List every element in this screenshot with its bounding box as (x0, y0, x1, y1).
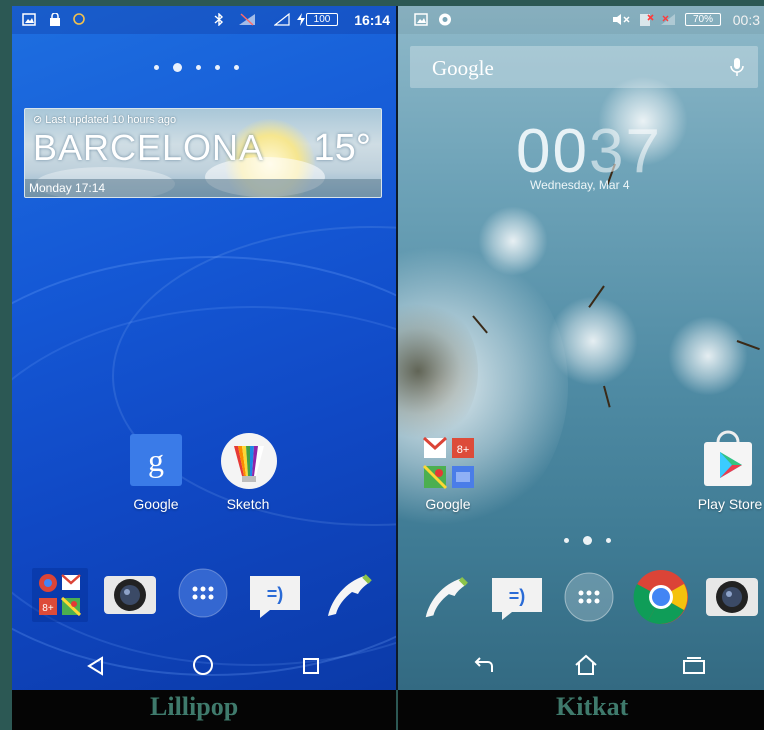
weather-temperature: 15° (313, 127, 371, 169)
phone-icon (328, 574, 372, 616)
kitkat-screen: 70% 00:3 Google 0037 Wednesday, Mar 4 8+… (398, 6, 764, 690)
phone-icon (425, 576, 468, 618)
camera-app[interactable] (704, 570, 760, 624)
messaging-app[interactable]: =) (488, 572, 546, 624)
gallery-notification-icon (414, 13, 428, 26)
home-icon[interactable] (192, 654, 214, 676)
gallery-notification-icon (22, 13, 36, 26)
app-drawer[interactable] (564, 572, 614, 622)
floating-seed (668, 316, 748, 396)
messaging-icon: =) (492, 578, 542, 620)
app-drawer[interactable] (178, 568, 228, 618)
mic-icon[interactable] (730, 57, 744, 77)
svg-text:=): =) (509, 586, 526, 606)
recents-icon[interactable] (682, 657, 706, 675)
back-icon[interactable] (472, 656, 496, 676)
page-dot (154, 65, 159, 70)
app-drawer-icon (564, 572, 614, 622)
google-app-label: Google (133, 496, 179, 512)
play-store-label: Play Store (697, 496, 763, 512)
camera-icon (706, 578, 758, 616)
clock-minutes: 37 (588, 117, 662, 186)
no-signal-icon (239, 13, 255, 26)
svg-text:8+: 8+ (42, 603, 54, 614)
bluetooth-icon (214, 13, 224, 26)
google-apps-folder-icon: 8+ (39, 574, 82, 617)
app-drawer-icon (178, 568, 228, 618)
google-logo: Google (432, 56, 494, 80)
status-bar: 70% 00:3 (398, 6, 764, 34)
phone-app[interactable] (418, 570, 472, 624)
back-icon[interactable] (86, 656, 106, 676)
page-dot (196, 65, 201, 70)
clock-date: Wednesday, Mar 4 (530, 178, 630, 192)
mute-icon (613, 14, 630, 25)
google-apps-folder[interactable]: 8+ (420, 434, 478, 492)
page-dot (606, 538, 611, 543)
page-dot-active (173, 63, 182, 72)
weather-updated-text: Last updated 10 hours ago (45, 114, 177, 126)
weather-widget[interactable]: ⊘ Last updated 10 hours ago BARCELONA 15… (24, 108, 382, 198)
svg-text:g: g (148, 442, 164, 478)
camera-app[interactable] (102, 568, 158, 622)
google-search-bar[interactable]: Google (410, 46, 758, 88)
floating-seed (548, 296, 638, 386)
page-indicator (154, 63, 239, 72)
phone-app[interactable] (320, 568, 376, 622)
weather-city: BARCELONA (33, 127, 265, 168)
charging-icon (297, 13, 305, 26)
clock-widget[interactable]: 0037 (516, 116, 662, 187)
lock-notification-icon (50, 13, 60, 26)
google-folder-label: Google (425, 496, 471, 512)
google-search-icon: g (130, 434, 182, 486)
page-dot (215, 65, 220, 70)
battery-indicator: 70% (685, 13, 721, 26)
battery-indicator: 100 (306, 13, 338, 26)
messaging-app[interactable]: =) (246, 570, 304, 622)
clock-hours: 00 (516, 117, 589, 186)
signal-icon (661, 14, 675, 25)
page-indicator (564, 536, 611, 545)
page-dot (234, 65, 239, 70)
google-apps-folder-icon: 8+ (422, 436, 474, 490)
sketch-icon (221, 433, 277, 489)
status-bar: 100 16:14 (12, 6, 396, 34)
floating-seed (478, 206, 548, 276)
status-clock: 16:14 (354, 12, 390, 28)
sketch-app[interactable] (220, 432, 278, 490)
sketch-app-label: Sketch (226, 496, 270, 512)
page-dot-active (583, 536, 592, 545)
camera-icon (104, 576, 156, 614)
svg-text:=): =) (267, 584, 284, 604)
messaging-icon: =) (250, 576, 300, 618)
left-caption: Lillipop (150, 692, 239, 721)
lollipop-screen: 100 16:14 ⊘ Last updated 10 hours ago BA… (12, 6, 396, 690)
svg-text:8+: 8+ (457, 444, 470, 456)
play-store-app[interactable] (700, 430, 756, 488)
play-store-icon (704, 430, 752, 486)
wifi-signal-icon (274, 13, 290, 26)
weather-day-time: Monday 17:14 (25, 179, 381, 197)
chrome-icon (633, 570, 688, 624)
chrome-notification-icon (439, 13, 451, 26)
status-clock: 00:3 (732, 12, 760, 28)
home-icon[interactable] (574, 654, 598, 676)
location-notification-icon (73, 13, 85, 25)
page-dot (564, 538, 569, 543)
recents-icon[interactable] (302, 657, 320, 675)
google-app[interactable]: g (130, 434, 182, 486)
google-apps-folder[interactable]: 8+ (32, 568, 88, 622)
chrome-app[interactable] (632, 568, 690, 626)
no-sim-icon (640, 14, 654, 26)
right-caption: Kitkat (556, 692, 629, 721)
seed-stem (603, 385, 611, 408)
weather-updated: ⊘ Last updated 10 hours ago (33, 114, 177, 126)
